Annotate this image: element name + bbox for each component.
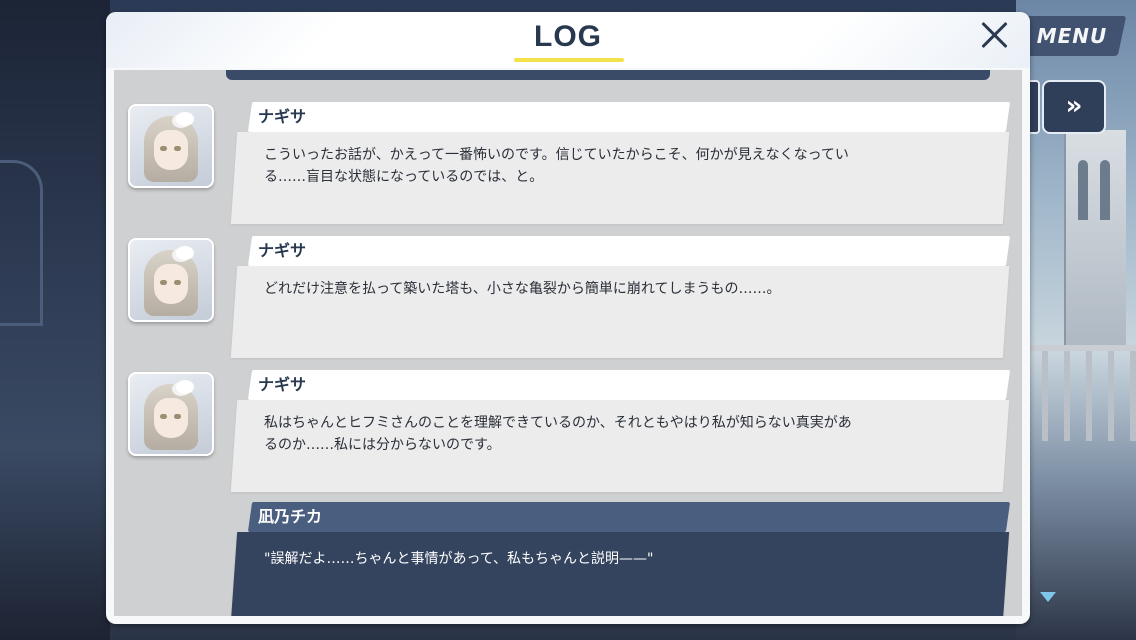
avatar bbox=[128, 372, 214, 456]
fast-forward-button[interactable]: » bbox=[1042, 80, 1106, 134]
message-text: こういったお話が、かえって一番怖いのです。信じていたからこそ、何かが見えなくなっ… bbox=[264, 147, 849, 185]
log-title: LOG bbox=[534, 20, 602, 53]
triangle-down-icon[interactable] bbox=[1040, 592, 1056, 602]
close-icon[interactable] bbox=[978, 18, 1012, 52]
message-text: どれだけ注意を払って築いた塔も、小さな亀裂から簡単に崩れてしまうもの……。 bbox=[264, 281, 781, 297]
background-railing bbox=[1026, 345, 1136, 441]
speaker-name-bar bbox=[247, 236, 1011, 266]
speaker-name: 凪乃チカ bbox=[258, 507, 323, 526]
message-pointer bbox=[998, 534, 1008, 550]
log-header: LOG bbox=[106, 12, 1030, 68]
log-scroll-area[interactable]: ナギサ こういったお話が、かえって一番怖いのです。信じていたからこそ、何かが見え… bbox=[114, 70, 1022, 616]
title-underline bbox=[514, 58, 624, 62]
avatar bbox=[128, 104, 214, 188]
background-tower bbox=[1064, 130, 1126, 350]
background-left bbox=[0, 0, 110, 640]
speaker-name: ナギサ bbox=[258, 107, 307, 126]
background-arch bbox=[0, 160, 43, 326]
menu-button[interactable]: MENU bbox=[1017, 16, 1127, 56]
speaker-name: ナギサ bbox=[258, 241, 307, 260]
menu-button-label: MENU bbox=[1036, 24, 1108, 48]
avatar bbox=[128, 238, 214, 322]
message-box bbox=[230, 532, 1010, 616]
previous-entry-edge bbox=[226, 70, 990, 80]
speaker-name-bar bbox=[247, 502, 1011, 532]
message-text: "誤解だよ……ちゃんと事情があって、私もちゃんと説明——" bbox=[264, 551, 654, 567]
speaker-name-bar bbox=[247, 370, 1011, 400]
speaker-name-bar bbox=[247, 102, 1011, 132]
log-panel: LOG ナギサ こういったお話が、かえって一番怖いのです。信じていたからこそ、何… bbox=[106, 12, 1030, 624]
speaker-name: ナギサ bbox=[258, 375, 307, 394]
message-text: 私はちゃんとヒフミさんのことを理解できているのか、それともやはり私が知らない真実… bbox=[264, 415, 852, 453]
double-chevron-right-icon: » bbox=[1065, 91, 1083, 121]
